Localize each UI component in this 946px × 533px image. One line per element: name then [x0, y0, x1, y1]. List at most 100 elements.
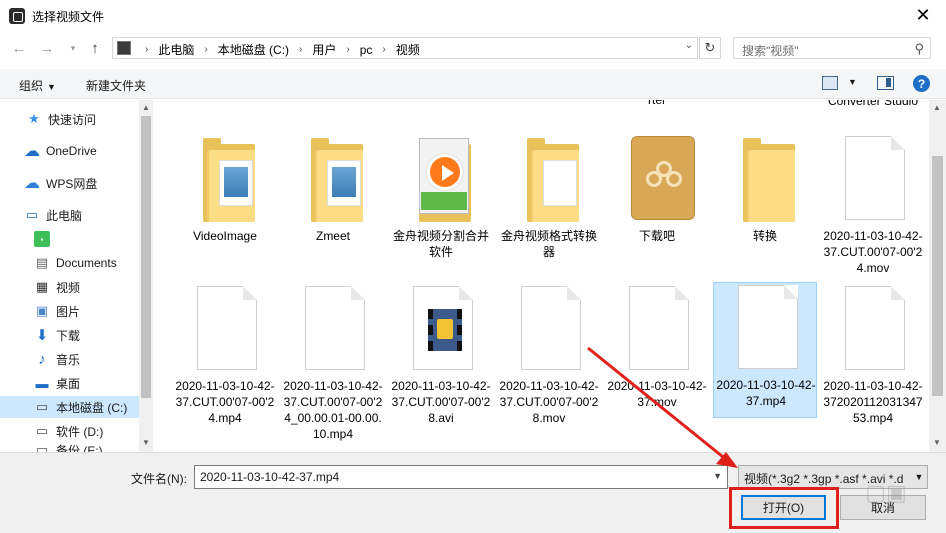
scroll-down-icon[interactable]: ▼ — [932, 438, 942, 447]
breadcrumb-users[interactable]: 用户 — [312, 41, 336, 58]
document-icon: ▤ — [35, 255, 49, 270]
file-item[interactable]: VideoImage — [173, 134, 277, 270]
watermark-logo: ▢▣ — [865, 480, 907, 505]
navigation-pane: ★ 快速访问 ☁ OneDrive ☁ WPS网盘 ▭ 此电脑 ▪ ▤ Docu… — [0, 100, 153, 452]
breadcrumb-separator-icon: › — [382, 44, 386, 55]
wps-cloud-icon: ☁ — [24, 175, 40, 192]
file-name: 2020-11-03-10-42-37.CUT.00'07-00'24.mp4 — [175, 379, 275, 425]
sidebar-item-downloads[interactable]: ⬇ 下载 — [0, 324, 140, 346]
title-bar: 选择视频文件 ✕ — [0, 0, 946, 32]
file-item[interactable]: Zmeet — [281, 134, 385, 270]
sidebar-item-wps-cloud[interactable]: ☁ WPS网盘 — [0, 172, 140, 194]
breadcrumb-this-pc[interactable]: 此电脑 — [158, 41, 194, 58]
desktop-icon: ▬ — [35, 375, 49, 391]
sidebar-item-drive-d[interactable]: ▭ 软件 (D:) — [0, 420, 140, 442]
breadcrumb-separator-icon: › — [346, 44, 350, 55]
computer-icon: ▭ — [25, 207, 39, 222]
sidebar-item-label: 视频 — [56, 280, 81, 295]
sidebar-item-label: 备份 (E:) — [56, 444, 103, 452]
file-item[interactable]: 2020-11-03-10-42-37.CUT.00'07-00'24.mov — [821, 134, 925, 275]
sidebar-item-documents[interactable]: ▤ Documents — [0, 252, 140, 274]
search-input[interactable]: 搜索"视频" ⚲ — [733, 37, 931, 59]
file-list-scrollbar-thumb[interactable] — [932, 156, 943, 396]
file-item[interactable]: 金舟视频分割合并软件 — [389, 134, 493, 270]
sidebar-item-desktop[interactable]: ▬ 桌面 — [0, 372, 140, 394]
sidebar-scrollbar[interactable]: ▲ ▼ — [139, 100, 153, 452]
file-name: VideoImage — [193, 229, 257, 243]
file-label-cut: rter — [648, 100, 666, 107]
sidebar-item-this-pc[interactable]: ▭ 此电脑 — [0, 204, 140, 226]
file-item[interactable]: 2020-11-03-10-42-37.CUT.00'07-00'28.mov — [497, 284, 601, 425]
scroll-up-icon[interactable]: ▲ — [141, 103, 151, 112]
folder-icon — [195, 136, 255, 226]
organize-label: 组织 — [19, 79, 44, 93]
close-button[interactable]: ✕ — [900, 0, 946, 30]
search-placeholder: 搜索"视频" — [742, 44, 799, 58]
file-name: 2020-11-03-10-42-37.mp4 — [716, 378, 816, 408]
filename-value: 2020-11-03-10-42-37.mp4 — [200, 470, 340, 484]
sidebar-item-onedrive[interactable]: ☁ OneDrive — [0, 140, 140, 162]
file-item[interactable]: 2020-11-03-10-42-37.CUT.00'07-00'24_00.0… — [281, 284, 385, 441]
file-name: 2020-11-03-10-42-37.CUT.00'07-00'28.avi — [391, 379, 491, 425]
sidebar-item-app[interactable]: ▪ — [0, 228, 140, 250]
sidebar-item-music[interactable]: ♪ 音乐 — [0, 348, 140, 370]
help-icon[interactable]: ? — [913, 75, 930, 92]
address-bar[interactable]: › 此电脑 › 本地磁盘 (C:) › 用户 › pc › 视频 ⌄ — [112, 37, 698, 59]
file-item[interactable]: 金舟视频格式转换器 — [497, 134, 601, 270]
search-icon: ⚲ — [914, 41, 924, 56]
breadcrumb-videos[interactable]: 视频 — [396, 41, 420, 58]
view-mode-icon[interactable] — [822, 76, 838, 90]
folder-player-icon — [411, 136, 471, 226]
chevron-down-icon[interactable]: ⌄ — [685, 40, 693, 51]
recent-locations-icon[interactable]: ▾ — [62, 38, 84, 58]
breadcrumb-pc[interactable]: pc — [360, 43, 373, 57]
sidebar-item-pictures[interactable]: ▣ 图片 — [0, 300, 140, 322]
sidebar-item-videos[interactable]: ▦ 视频 — [0, 276, 140, 298]
app-icon — [9, 8, 25, 24]
file-item[interactable]: 2020-11-03-10-42-37.CUT.00'07-00'28.avi — [389, 284, 493, 425]
new-folder-button[interactable]: 新建文件夹 — [86, 77, 146, 94]
file-label-cut: Converter Studio — [827, 100, 919, 108]
file-item[interactable]: 转换 — [713, 134, 817, 270]
sidebar-item-local-disk-c[interactable]: ▭ 本地磁盘 (C:) — [0, 396, 140, 418]
preview-pane-icon[interactable] — [877, 76, 894, 90]
file-list-scrollbar[interactable]: ▲ ▼ — [929, 100, 946, 452]
drive-icon: ▭ — [35, 442, 49, 452]
back-arrow-icon[interactable]: ← — [8, 38, 30, 58]
file-item[interactable]: 下载吧 — [605, 134, 709, 270]
scroll-down-icon[interactable]: ▼ — [141, 438, 151, 447]
sidebar-item-quick-access[interactable]: ★ 快速访问 — [0, 108, 140, 130]
file-list: rter Converter Studio VideoImage Zmeet 金… — [153, 100, 929, 452]
organize-button[interactable]: 组织 ▼ — [19, 77, 56, 94]
sidebar-item-label: Documents — [56, 256, 117, 270]
chevron-down-icon[interactable]: ▼ — [713, 471, 722, 481]
refresh-button[interactable]: ↻ — [699, 37, 721, 59]
file-item[interactable]: 2020-11-03-10-42-37202011203134753.mp4 — [821, 284, 925, 425]
file-name: 转换 — [752, 229, 777, 243]
file-item-selected[interactable]: 2020-11-03-10-42-37.mp4 — [713, 282, 817, 418]
open-button[interactable]: 打开(O) — [741, 495, 826, 520]
file-icon — [627, 286, 689, 376]
breadcrumb-local-disk[interactable]: 本地磁盘 (C:) — [218, 41, 289, 58]
up-arrow-icon[interactable]: ↑ — [84, 38, 106, 58]
navigation-bar: ← → ▾ ↑ › 此电脑 › 本地磁盘 (C:) › 用户 › pc › 视频… — [0, 33, 946, 63]
sidebar-scrollbar-thumb[interactable] — [141, 116, 151, 398]
sidebar-item-label: 下载 — [56, 328, 81, 343]
sidebar-item-label: WPS网盘 — [46, 176, 98, 191]
filename-input[interactable]: 2020-11-03-10-42-37.mp4 ▼ — [194, 465, 728, 489]
file-icon — [195, 286, 257, 376]
chevron-down-icon[interactable]: ▼ — [848, 77, 857, 87]
folder-icon — [735, 136, 795, 226]
cloud-icon: ☁ — [24, 143, 40, 160]
forward-arrow-icon[interactable]: → — [36, 38, 58, 58]
sidebar-item-drive-e[interactable]: ▭ 备份 (E:) — [0, 442, 140, 452]
file-item[interactable]: 2020-11-03-10-42-37.CUT.00'07-00'24.mp4 — [173, 284, 277, 425]
file-name: 2020-11-03-10-42-37.mov — [607, 379, 707, 409]
file-item[interactable]: 2020-11-03-10-42-37.mov — [605, 284, 709, 420]
file-name: 2020-11-03-10-42-37.CUT.00'07-00'24_00.0… — [283, 379, 383, 441]
scroll-up-icon[interactable]: ▲ — [932, 103, 942, 112]
command-toolbar: 组织 ▼ 新建文件夹 ▼ ? — [0, 69, 946, 99]
sidebar-item-label: 图片 — [56, 304, 81, 319]
file-icon — [519, 286, 581, 376]
file-name: 下载吧 — [638, 229, 675, 243]
